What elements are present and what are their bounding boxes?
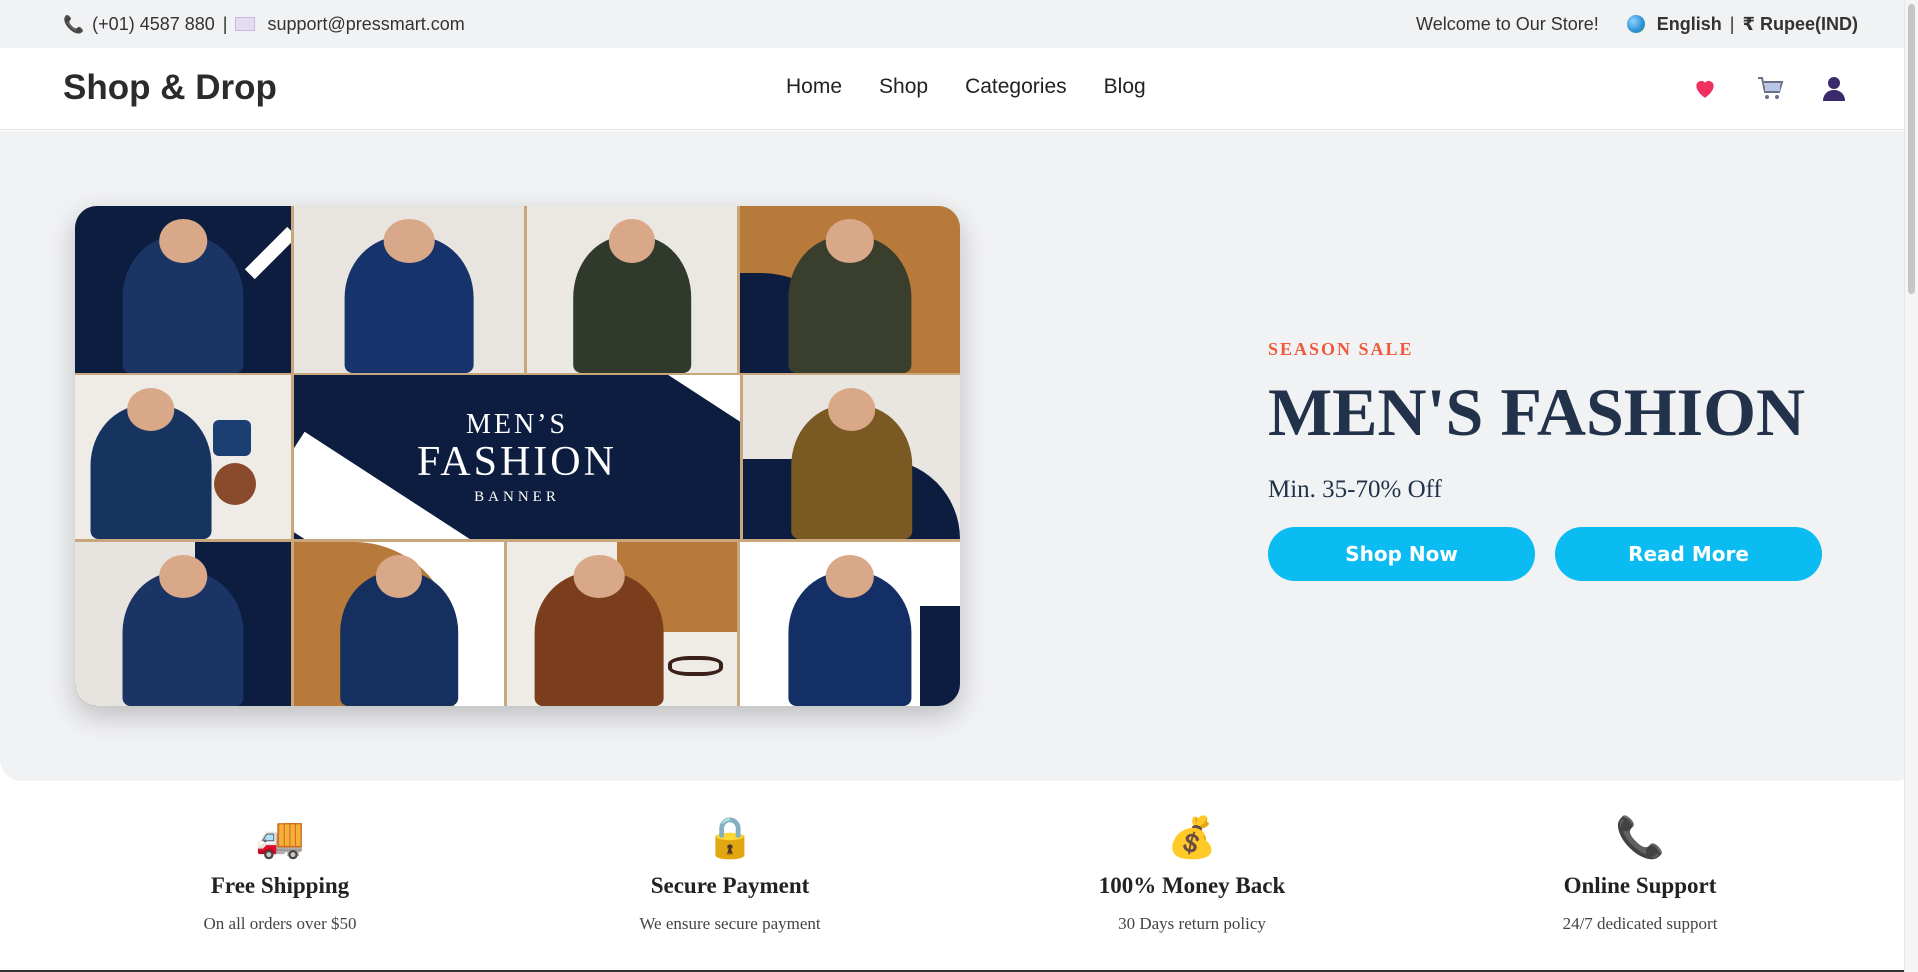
banner-tile — [740, 542, 960, 706]
money-bag-icon: 💰 — [1167, 816, 1217, 860]
nav-categories[interactable]: Categories — [965, 75, 1067, 99]
banner-line-3: BANNER — [474, 488, 560, 505]
heart-icon[interactable] — [1692, 75, 1718, 101]
hero-section: MEN’S FASHION BANNER SEASON SALE MEN'S F… — [0, 131, 1918, 781]
feature-desc: 24/7 dedicated support — [1562, 914, 1718, 933]
separator: | — [222, 13, 228, 34]
banner-tile — [75, 375, 291, 539]
hero-title: MEN'S FASHION — [1268, 374, 1806, 450]
hero-buttons: Shop Now Read More — [1268, 527, 1828, 581]
banner-tile — [740, 206, 960, 373]
main-header: Shop & Drop Home Shop Categories Blog — [0, 48, 1918, 130]
feature-desc: On all orders over $50 — [203, 914, 357, 933]
lock-icon: 🔒 — [705, 816, 755, 860]
banner-tile — [294, 542, 504, 706]
welcome-text: Welcome to Our Store! — [1416, 13, 1599, 34]
separator: | — [1729, 13, 1735, 34]
feature-money-back: 💰 100% Money Back 30 Days return policy — [1032, 815, 1352, 934]
scrollbar-thumb[interactable] — [1908, 4, 1915, 294]
main-nav: Home Shop Categories Blog — [786, 75, 1146, 99]
banner-tile — [743, 375, 960, 539]
feature-online-support: 📞 Online Support 24/7 dedicated support — [1480, 815, 1800, 934]
nav-blog[interactable]: Blog — [1104, 75, 1146, 99]
banner-tile — [507, 542, 737, 706]
hero-banner-image: MEN’S FASHION BANNER — [75, 206, 960, 706]
feature-desc: 30 Days return policy — [1118, 914, 1266, 933]
banner-tile — [75, 542, 291, 706]
read-more-button[interactable]: Read More — [1555, 527, 1822, 581]
banner-title-tile: MEN’S FASHION BANNER — [294, 375, 740, 539]
hero-copy: SEASON SALE MEN'S FASHION Min. 35-70% Of… — [1268, 339, 1828, 581]
banner-tile — [527, 206, 737, 373]
cart-icon[interactable] — [1756, 75, 1784, 101]
season-sale-label: SEASON SALE — [1268, 339, 1414, 359]
feature-title: Secure Payment — [650, 873, 810, 898]
shop-now-button[interactable]: Shop Now — [1268, 527, 1535, 581]
mail-icon — [235, 17, 256, 31]
discount-text: Min. 35-70% Off — [1268, 476, 1442, 503]
feature-desc: We ensure secure payment — [639, 914, 821, 933]
top-bar: 📞 (+01) 4587 880 | support@pressmart.com… — [0, 0, 1918, 48]
site-logo[interactable]: Shop & Drop — [63, 68, 277, 108]
locale-info: Welcome to Our Store! English | ₹ Rupee(… — [1416, 14, 1858, 35]
support-email[interactable]: support@pressmart.com — [267, 14, 464, 35]
truck-icon: 🚚 — [255, 816, 305, 860]
language-selector[interactable]: English — [1657, 14, 1722, 35]
feature-free-shipping: 🚚 Free Shipping On all orders over $50 — [120, 815, 440, 934]
features-strip: 🚚 Free Shipping On all orders over $50 🔒… — [0, 800, 1918, 972]
banner-tile — [294, 206, 524, 373]
banner-line-1: MEN’S — [465, 408, 569, 440]
phone-icon: 📞 — [63, 14, 85, 34]
header-actions — [1692, 75, 1846, 101]
nav-shop[interactable]: Shop — [879, 75, 928, 99]
feature-secure-payment: 🔒 Secure Payment We ensure secure paymen… — [570, 815, 890, 934]
banner-line-2: FASHION — [417, 438, 617, 485]
phone-icon: 📞 — [1615, 816, 1665, 860]
feature-title: Free Shipping — [210, 873, 350, 898]
globe-icon — [1626, 15, 1645, 33]
feature-title: 100% Money Back — [1098, 873, 1286, 898]
user-icon[interactable] — [1822, 75, 1846, 101]
feature-title: Online Support — [1563, 873, 1717, 898]
page-scrollbar[interactable] — [1904, 0, 1918, 972]
phone-number[interactable]: (+01) 4587 880 — [92, 14, 215, 35]
banner-tile — [75, 206, 291, 373]
currency-selector[interactable]: ₹ Rupee(IND) — [1742, 14, 1858, 35]
nav-home[interactable]: Home — [786, 75, 842, 99]
contact-info: 📞 (+01) 4587 880 | support@pressmart.com — [63, 14, 465, 35]
